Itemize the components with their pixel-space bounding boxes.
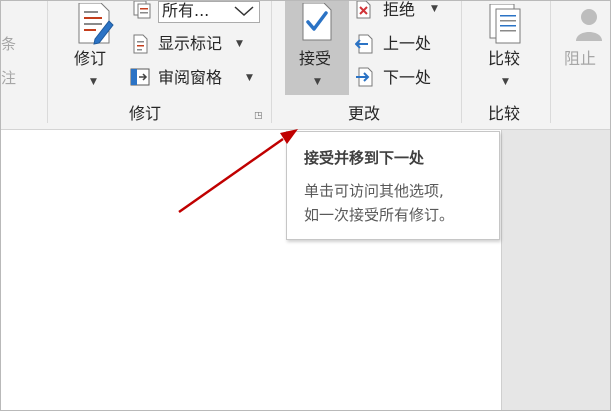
annotation-arrow xyxy=(178,129,298,214)
word-window: 条 注 修订 ▼ 所有... 显示标记 ▼ 审阅窗格 ▼ 修订 ◳ 接受 ▼ 拒… xyxy=(0,0,611,411)
